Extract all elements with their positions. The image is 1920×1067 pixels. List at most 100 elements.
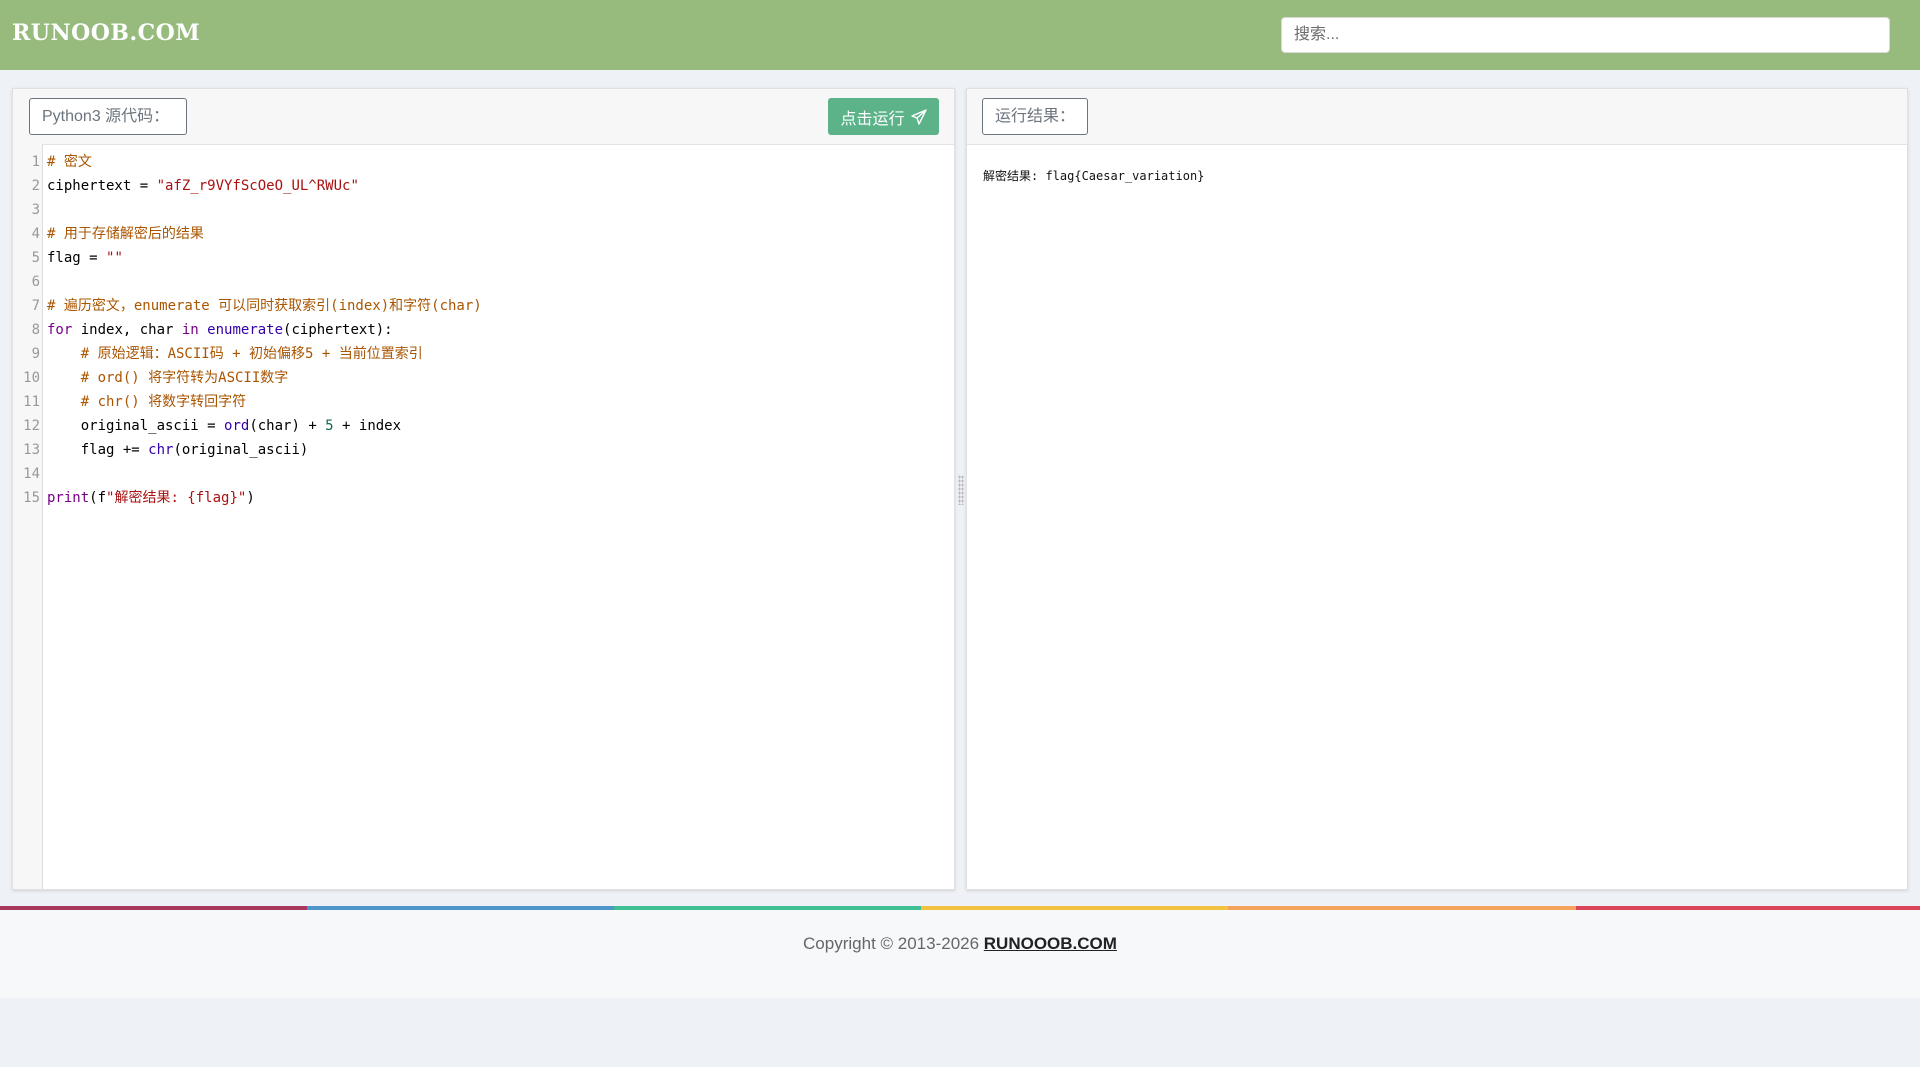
code-token: print <box>47 490 90 506</box>
code-token: (char) + <box>249 418 326 434</box>
line-number: 8 <box>31 322 40 338</box>
code-token: # 用于存储解密后的结果 <box>47 226 204 242</box>
result-panel-header: 运行结果： <box>967 89 1907 145</box>
site-logo[interactable]: RUNOOB.COM <box>12 20 200 46</box>
code-text: ciphertext = "afZ_r9VYfScOeO_UL^RWUc" <box>47 174 359 198</box>
code-token: 5 <box>325 418 334 434</box>
line-number: 10 <box>23 370 40 386</box>
code-text: for index, char in enumerate(ciphertext)… <box>47 318 393 342</box>
code-token: index, char <box>72 322 182 338</box>
search-input[interactable] <box>1281 17 1890 53</box>
footer: Copyright © 2013-2026 RUNOOOB.COM <box>0 906 1920 998</box>
color-bar-segment <box>1228 906 1576 910</box>
code-text: # ord() 将字符转为ASCII数字 <box>47 366 289 390</box>
code-text: # 遍历密文，enumerate 可以同时获取索引(index)和字符(char… <box>47 294 482 318</box>
code-line[interactable]: 15 print(f"解密结果: {flag}") <box>13 486 954 510</box>
line-number: 13 <box>23 442 40 458</box>
code-token: "afZ_r9VYfScOeO_UL^RWUc" <box>156 178 359 194</box>
code-text: # 密文 <box>47 150 92 174</box>
code-line[interactable]: 14 <box>13 462 954 486</box>
code-line[interactable]: 9 # 原始逻辑：ASCII码 + 初始偏移5 + 当前位置索引 <box>13 342 954 366</box>
code-token: "" <box>106 250 123 266</box>
code-token: (original_ascii) <box>173 442 309 458</box>
line-number: 11 <box>23 394 40 410</box>
code-line[interactable]: 2 ciphertext = "afZ_r9VYfScOeO_UL^RWUc" <box>13 174 954 198</box>
code-token: flag = <box>47 250 107 266</box>
code-line[interactable]: 6 <box>13 270 954 294</box>
code-token: # ord() 将字符转为ASCII数字 <box>80 370 289 386</box>
code-token: for <box>47 322 73 338</box>
copyright-text: Copyright © 2013-2026 RUNOOOB.COM <box>0 934 1920 954</box>
line-number: 2 <box>31 178 40 194</box>
line-number: 14 <box>23 466 40 482</box>
line-number: 4 <box>31 226 40 242</box>
code-lines[interactable]: 1 # 密文 2 ciphertext = "afZ_r9VYfScOeO_UL^RW… <box>13 150 954 510</box>
source-code-panel: Python3 源代码： 点击运行 1 # 密文 2 ciphertext = "af… <box>12 88 955 890</box>
source-code-panel-header: Python3 源代码： 点击运行 <box>13 89 954 145</box>
code-line[interactable]: 8 for index, char in enumerate(ciphertext… <box>13 318 954 342</box>
code-token: original_ascii = <box>47 418 225 434</box>
code-text: flag = "" <box>47 246 123 270</box>
line-number: 3 <box>31 202 40 218</box>
code-text: flag += chr(original_ascii) <box>47 438 309 462</box>
code-token: (ciphertext): <box>283 322 393 338</box>
code-token: # 遍历密文，enumerate 可以同时获取索引(index)和字符(char… <box>47 298 482 314</box>
code-text: original_ascii = ord(char) + 5 + index <box>47 414 401 438</box>
color-bar-segment <box>0 906 307 910</box>
send-icon <box>910 108 927 125</box>
run-output: 解密结果: flag{Caesar_variation} <box>983 169 1205 183</box>
line-number: 6 <box>31 274 40 290</box>
code-token: enumerate <box>207 322 284 338</box>
line-number: 1 <box>31 154 40 170</box>
code-line[interactable]: 4 # 用于存储解密后的结果 <box>13 222 954 246</box>
run-button-label: 点击运行 <box>840 110 905 128</box>
line-number: 12 <box>23 418 40 434</box>
code-text: # 用于存储解密后的结果 <box>47 222 204 246</box>
code-line[interactable]: 12 original_ascii = ord(char) + 5 + inde… <box>13 414 954 438</box>
color-bar-segment <box>1576 906 1920 910</box>
panel-resize-handle[interactable] <box>958 475 964 505</box>
code-token: # chr() 将数字转回字符 <box>80 394 247 410</box>
code-line[interactable]: 3 <box>13 198 954 222</box>
footer-color-bar <box>0 906 1920 910</box>
code-token: flag += <box>47 442 149 458</box>
code-line[interactable]: 13 flag += chr(original_ascii) <box>13 438 954 462</box>
result-panel: 运行结果： 解密结果: flag{Caesar_variation} <box>966 88 1908 890</box>
code-line[interactable]: 11 # chr() 将数字转回字符 <box>13 390 954 414</box>
line-number: 5 <box>31 250 40 266</box>
result-label: 运行结果： <box>982 98 1088 135</box>
run-button[interactable]: 点击运行 <box>828 98 939 135</box>
code-token: chr <box>148 442 174 458</box>
code-line[interactable]: 5 flag = "" <box>13 246 954 270</box>
code-editor[interactable]: 1 # 密文 2 ciphertext = "afZ_r9VYfScOeO_UL^RW… <box>13 144 954 889</box>
top-navbar: RUNOOB.COM <box>0 0 1920 70</box>
code-token: ord <box>224 418 250 434</box>
code-line[interactable]: 7 # 遍历密文，enumerate 可以同时获取索引(index)和字符(cha… <box>13 294 954 318</box>
code-token: # 原始逻辑：ASCII码 + 初始偏移5 + 当前位置索引 <box>80 346 423 362</box>
line-number: 15 <box>23 490 40 506</box>
code-text: # 原始逻辑：ASCII码 + 初始偏移5 + 当前位置索引 <box>47 342 423 366</box>
color-bar-segment <box>921 906 1228 910</box>
code-text: # chr() 将数字转回字符 <box>47 390 246 414</box>
code-token: ) <box>246 490 255 506</box>
line-number: 7 <box>31 298 40 314</box>
code-line[interactable]: 10 # ord() 将字符转为ASCII数字 <box>13 366 954 390</box>
line-number: 9 <box>31 346 40 362</box>
code-text: print(f"解密结果: {flag}") <box>47 486 255 510</box>
source-code-label: Python3 源代码： <box>29 98 187 135</box>
code-token: + index <box>333 418 402 434</box>
code-token: "解密结果: {flag}" <box>106 490 247 506</box>
code-token: in <box>181 322 199 338</box>
code-token: ciphertext = <box>47 178 157 194</box>
code-line[interactable]: 1 # 密文 <box>13 150 954 174</box>
copyright-prefix: Copyright © 2013-2026 <box>803 934 984 953</box>
code-token: (f <box>89 490 107 506</box>
code-token: # 密文 <box>47 154 92 170</box>
color-bar-segment <box>307 906 614 910</box>
footer-site-link[interactable]: RUNOOOB.COM <box>984 934 1117 953</box>
color-bar-segment <box>614 906 921 910</box>
